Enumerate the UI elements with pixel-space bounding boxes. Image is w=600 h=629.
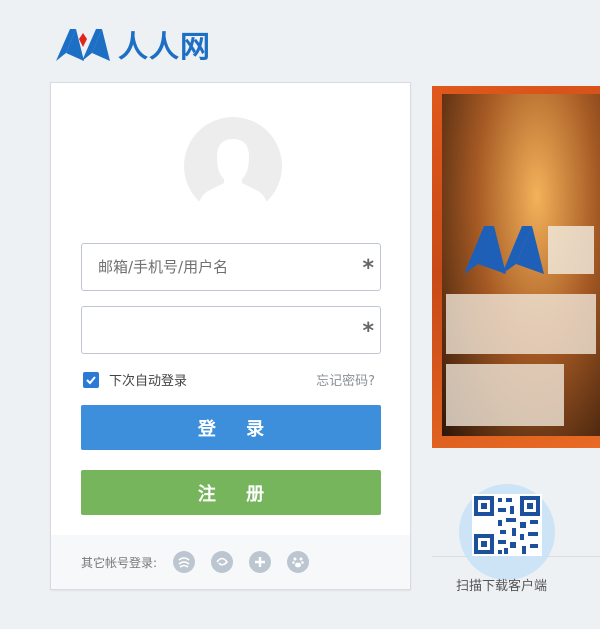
check-icon (86, 375, 96, 384)
promo-banner[interactable] (432, 86, 600, 448)
social-login-label: 其它帐号登录: (81, 555, 158, 570)
login-panel: * * 下次自动登录 忘记密码? 登 录 注 册 其它帐号登录: (50, 82, 411, 590)
logo-text: 人人网 (118, 30, 211, 65)
social-login-bar: 其它帐号登录: (51, 535, 410, 589)
remember-me[interactable]: 下次自动登录 (83, 370, 187, 389)
username-input[interactable] (82, 244, 348, 290)
required-mark: * (362, 256, 374, 281)
avatar (184, 117, 282, 215)
qr-code-icon (474, 496, 540, 554)
user-silhouette-icon (196, 139, 270, 215)
chinamobile-icon[interactable] (173, 551, 196, 573)
tianyi-icon[interactable] (211, 551, 234, 573)
renren-logo[interactable]: 人人网 (52, 22, 211, 66)
remember-checkbox[interactable] (83, 371, 99, 388)
360-icon[interactable] (249, 551, 272, 573)
password-input[interactable] (82, 307, 348, 353)
banner-graphic (446, 226, 596, 426)
renren-logo-icon (56, 29, 110, 61)
login-button[interactable]: 登 录 (81, 405, 381, 450)
required-mark: * (362, 319, 374, 344)
register-button[interactable]: 注 册 (81, 470, 381, 515)
qr-code (472, 494, 542, 556)
username-field[interactable]: * (81, 243, 381, 291)
remember-label: 下次自动登录 (109, 374, 188, 389)
qr-download-label: 扫描下载客户端 (456, 579, 548, 594)
forgot-password-link[interactable]: 忘记密码? (316, 370, 375, 389)
baidu-icon[interactable] (287, 551, 310, 573)
password-field[interactable]: * (81, 306, 381, 354)
banner-artwork (442, 94, 600, 436)
